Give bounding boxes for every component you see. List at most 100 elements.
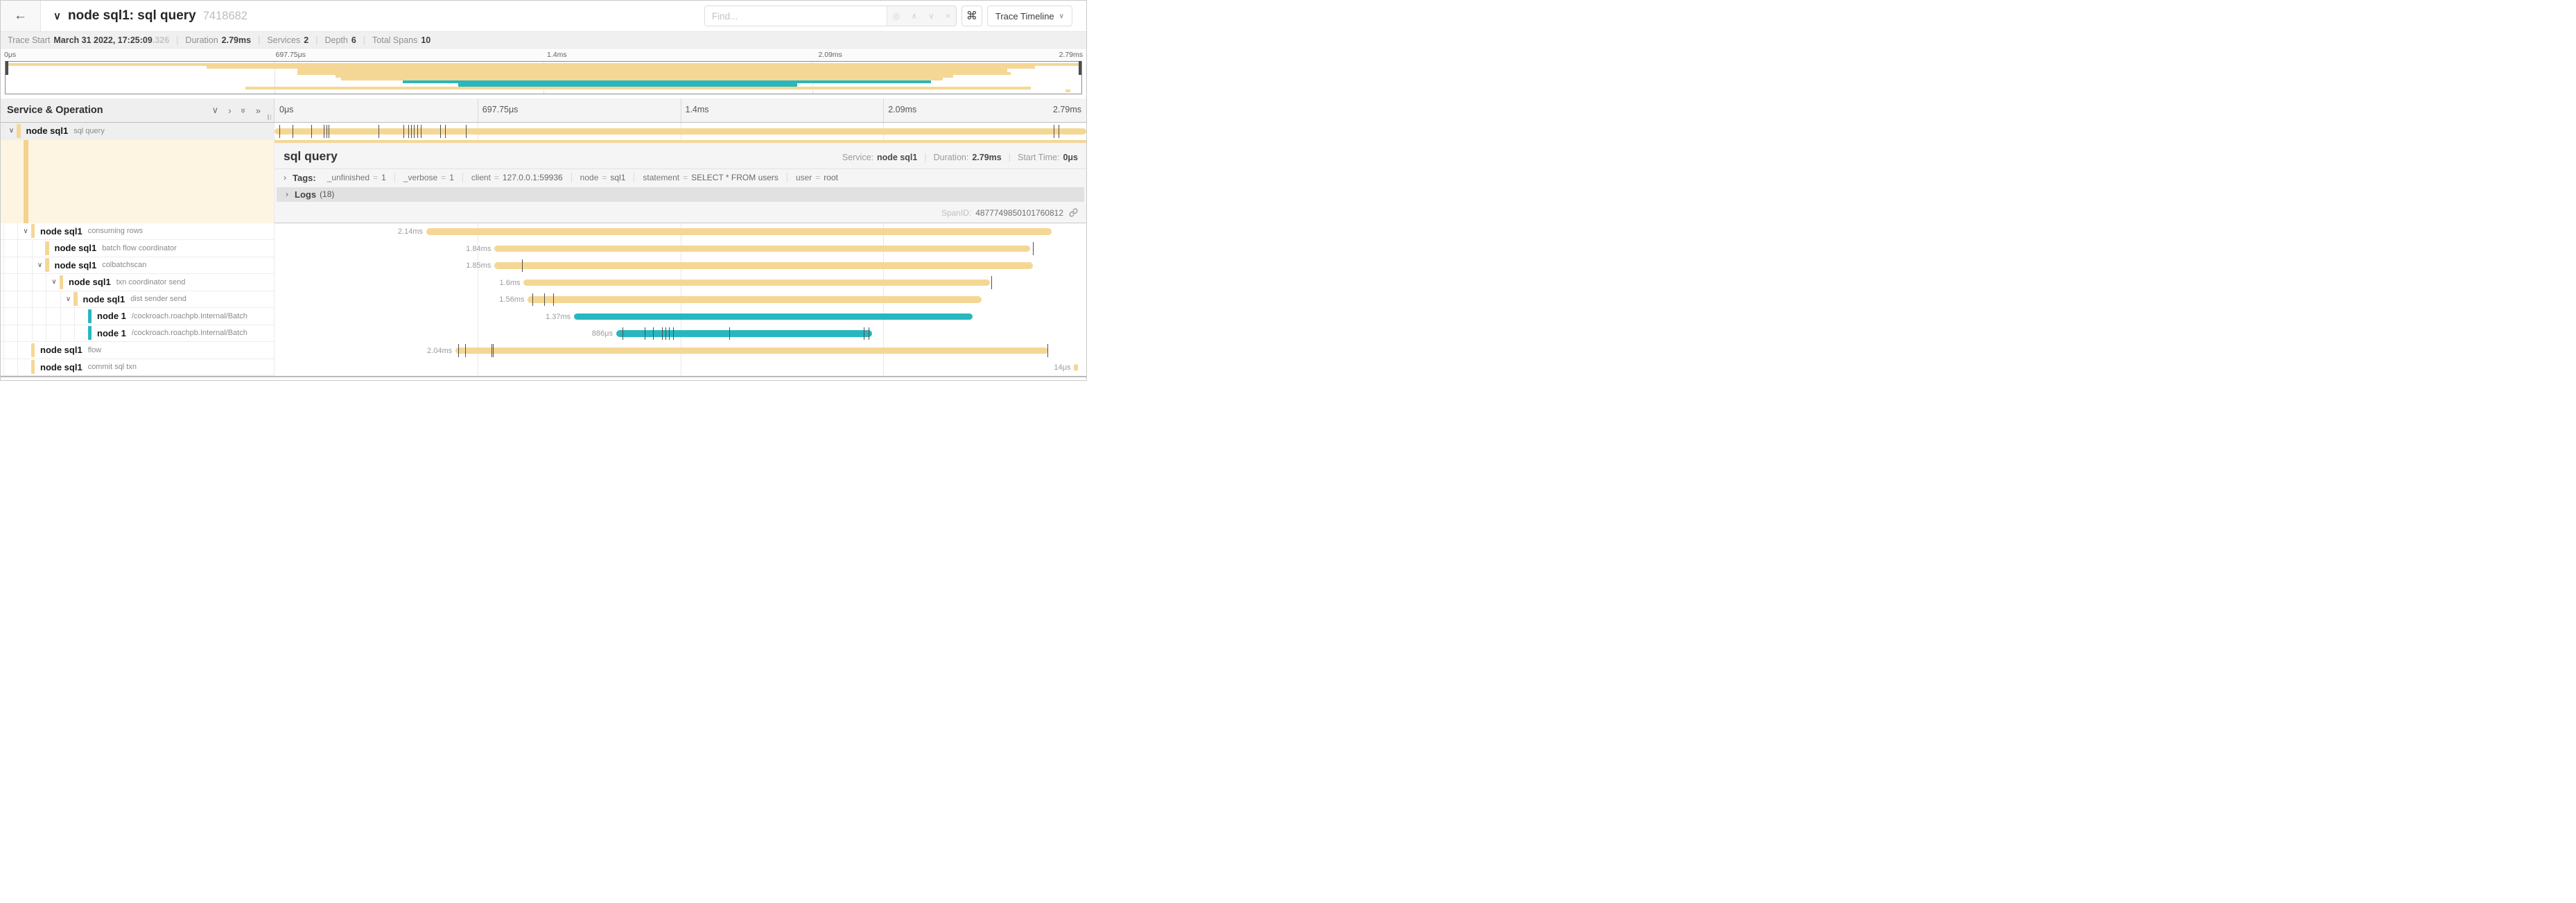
span-detail-tree-gutter [1, 140, 275, 223]
span-bar[interactable] [528, 296, 982, 303]
tag-key: _unfinished [327, 173, 369, 182]
trace-collapse-chevron-icon[interactable]: ∨ [53, 10, 61, 22]
span-tree-item[interactable]: ∨node sql1colbatchscan [1, 257, 275, 275]
column-resize-handle[interactable] [268, 114, 271, 120]
duration-label: Duration: [934, 153, 969, 162]
log-marker [440, 125, 441, 138]
log-marker [729, 327, 730, 341]
span-duration-label: 1.56ms [499, 295, 524, 304]
tag-item[interactable]: _unfinished=1 [319, 173, 394, 182]
prev-result-icon[interactable]: ∧ [911, 11, 917, 21]
span-timeline-cell[interactable]: 1.84ms [275, 240, 1086, 257]
span-row: ∨node sql1colbatchscan1.85ms [1, 257, 1086, 275]
find-controls: ◎ ∧ ∨ × [887, 6, 956, 26]
log-marker [411, 125, 412, 138]
log-marker [445, 125, 446, 138]
tag-item[interactable]: user=root [787, 173, 846, 182]
tag-equals: = [815, 173, 820, 182]
view-selector-button[interactable]: Trace Timeline ∨ [987, 6, 1072, 26]
deep-link-icon[interactable] [1069, 208, 1078, 217]
log-marker [466, 125, 467, 138]
span-bar[interactable] [616, 330, 872, 337]
chevron-down-icon[interactable]: ∨ [35, 261, 45, 269]
log-marker [493, 344, 494, 357]
span-bar[interactable] [494, 246, 1030, 252]
span-duration-label: 1.6ms [500, 279, 521, 287]
service-name: node sql1 [83, 294, 125, 304]
span-bar[interactable] [426, 228, 1052, 235]
span-bar[interactable] [494, 262, 1032, 269]
collapse-one-icon[interactable]: ∨ [212, 105, 219, 116]
trace-minimap[interactable] [5, 61, 1082, 94]
logs-row[interactable]: › Logs (18) [277, 187, 1084, 202]
span-timeline-cell[interactable]: 1.6ms [275, 274, 1086, 291]
span-bar[interactable] [455, 347, 1048, 354]
span-timeline-cell[interactable]: 1.85ms [275, 257, 1086, 275]
tag-item[interactable]: node=sql1 [571, 173, 634, 182]
span-tree-item[interactable]: node 1/cockroach.roachpb.Internal/Batch [1, 325, 275, 343]
span-timeline-cell[interactable]: 2.14ms [275, 223, 1086, 241]
tag-value: 127.0.0.1:59936 [503, 173, 563, 182]
operation-name: commit sql txn [88, 363, 137, 371]
locate-icon[interactable]: ◎ [893, 11, 900, 21]
span-tree-item[interactable]: ∨node sql1consuming rows [1, 223, 275, 241]
span-bar[interactable] [275, 128, 1086, 135]
span-tree-item[interactable]: ∨node sql1sql query [1, 123, 275, 140]
expand-one-icon[interactable]: › [228, 105, 231, 116]
chevron-right-icon[interactable]: › [284, 173, 286, 182]
span-timeline-cell[interactable]: 1.37ms [275, 308, 1086, 325]
meta-separator: | [1009, 153, 1011, 162]
tag-key: client [471, 173, 491, 182]
tag-equals: = [494, 173, 499, 182]
tag-item[interactable]: _verbose=1 [394, 173, 462, 182]
span-tree-item[interactable]: node sql1commit sql txn [1, 359, 275, 377]
chevron-down-icon[interactable]: ∨ [49, 278, 60, 286]
tree-guide-line [60, 291, 61, 308]
tags-row[interactable]: › Tags: _unfinished=1_verbose=1client=12… [275, 169, 1086, 186]
span-timeline-cell[interactable]: 14μs [275, 359, 1086, 377]
log-marker [458, 344, 459, 357]
view-selector-label: Trace Timeline [995, 11, 1054, 22]
span-row: node sql1batch flow coordinator1.84ms [1, 240, 1086, 257]
tag-item[interactable]: statement=SELECT * FROM users [634, 173, 787, 182]
back-button[interactable]: ← [1, 1, 41, 31]
span-tree-item[interactable]: ∨node sql1txn coordinator send [1, 274, 275, 291]
span-timeline-cell[interactable]: 886μs [275, 325, 1086, 343]
span-bar[interactable] [574, 313, 973, 320]
tree-guide-line [3, 342, 4, 359]
next-result-icon[interactable]: ∨ [928, 11, 934, 21]
expand-all-icon[interactable]: » [256, 105, 261, 116]
span-row: node sql1flow2.04ms [1, 342, 1086, 359]
minimap-rows [6, 62, 1081, 93]
span-bar[interactable] [1074, 364, 1078, 371]
tag-item[interactable]: client= 127.0.0.1:59936 [462, 173, 571, 182]
span-timeline-cell[interactable]: 1.56ms [275, 291, 1086, 309]
collapse-all-icon[interactable]: » [238, 108, 249, 112]
span-tree-item[interactable]: ∨node sql1dist sender send [1, 291, 275, 309]
span-row: node sql1commit sql txn14μs [1, 359, 1086, 377]
log-marker [465, 344, 466, 357]
span-tree-item[interactable]: node sql1batch flow coordinator [1, 240, 275, 257]
command-icon: ⌘ [966, 9, 977, 23]
tree-controls: ∨ › » » [212, 105, 261, 116]
span-bar[interactable] [523, 280, 989, 286]
chevron-down-icon[interactable]: ∨ [6, 127, 17, 135]
minimap-left-scrubber[interactable] [6, 61, 8, 75]
service-color-bar [31, 224, 35, 238]
minimap-right-scrubber[interactable] [1079, 61, 1081, 75]
keyboard-shortcuts-button[interactable]: ⌘ [961, 6, 982, 26]
time-axis-label: 697.75μs [276, 51, 306, 59]
span-tree-item[interactable]: node sql1flow [1, 342, 275, 359]
span-timeline-cell[interactable]: 2.04ms [275, 342, 1086, 359]
span-row: node 1/cockroach.roachpb.Internal/Batch8… [1, 325, 1086, 343]
find-input[interactable] [705, 6, 887, 26]
chevron-down-icon[interactable]: ∨ [63, 295, 73, 303]
span-timeline-cell[interactable] [275, 123, 1086, 140]
service-name: node sql1 [69, 277, 111, 287]
chevron-down-icon[interactable]: ∨ [21, 227, 31, 235]
chevron-right-icon[interactable]: › [286, 189, 288, 199]
span-id-row: SpanID: 4877749850101760812 [275, 208, 1086, 223]
clear-search-icon[interactable]: × [946, 11, 950, 21]
tree-guide-line [17, 240, 18, 257]
span-tree-item[interactable]: node 1/cockroach.roachpb.Internal/Batch [1, 308, 275, 325]
